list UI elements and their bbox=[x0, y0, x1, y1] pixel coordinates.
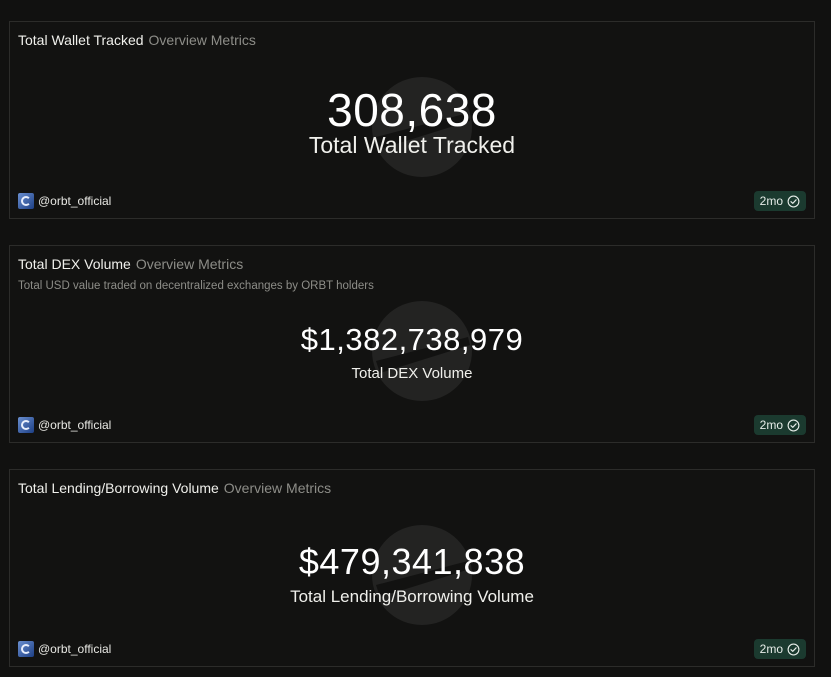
card-title[interactable]: Total DEX Volume bbox=[18, 256, 131, 272]
card-header: Total DEX Volume Overview Metrics bbox=[18, 256, 243, 274]
age-badge: 2mo bbox=[753, 191, 806, 211]
author-name[interactable]: @orbt_official bbox=[38, 418, 111, 432]
metric-label: Total DEX Volume bbox=[351, 365, 473, 382]
card-category: Overview Metrics bbox=[135, 256, 244, 272]
author-name[interactable]: @orbt_official bbox=[38, 642, 111, 656]
age-text: 2mo bbox=[759, 194, 783, 208]
metric-value: $1,382,738,979 bbox=[300, 322, 524, 357]
author-name[interactable]: @orbt_official bbox=[38, 194, 111, 208]
card-title[interactable]: Total Wallet Tracked bbox=[18, 32, 144, 48]
card-category: Overview Metrics bbox=[223, 480, 332, 496]
card-description: Total USD value traded on decentralized … bbox=[18, 280, 374, 292]
metric-value: $479,341,838 bbox=[298, 541, 526, 582]
age-badge: 2mo bbox=[753, 639, 806, 659]
age-badge: 2mo bbox=[753, 415, 806, 435]
metric-card-dex-volume: Total DEX Volume Overview Metrics Total U… bbox=[9, 245, 815, 443]
metric-label: Total Wallet Tracked bbox=[308, 132, 516, 158]
card-category: Overview Metrics bbox=[148, 32, 256, 48]
orbt-logo-icon bbox=[18, 193, 34, 209]
orbt-logo-icon bbox=[18, 417, 34, 433]
age-text: 2mo bbox=[759, 418, 783, 432]
orbt-logo-icon bbox=[18, 641, 34, 657]
check-circle-icon bbox=[787, 643, 800, 655]
metric-card-wallets: Total Wallet Tracked Overview Metrics 308… bbox=[9, 21, 815, 219]
card-title[interactable]: Total Lending/Borrowing Volume bbox=[18, 480, 219, 496]
check-circle-icon bbox=[787, 419, 800, 431]
author[interactable]: @orbt_official bbox=[18, 641, 111, 657]
card-header: Total Lending/Borrowing Volume Overview M… bbox=[18, 480, 331, 498]
metric-value: 308,638 bbox=[327, 84, 497, 136]
metric-label: Total Lending/Borrowing Volume bbox=[290, 587, 534, 606]
check-circle-icon bbox=[787, 195, 800, 207]
author[interactable]: @orbt_official bbox=[18, 193, 111, 209]
metric-card-lending-volume: Total Lending/Borrowing Volume Overview M… bbox=[9, 469, 815, 667]
age-text: 2mo bbox=[759, 642, 783, 656]
author[interactable]: @orbt_official bbox=[18, 417, 111, 433]
card-header: Total Wallet Tracked Overview Metrics bbox=[18, 32, 256, 50]
